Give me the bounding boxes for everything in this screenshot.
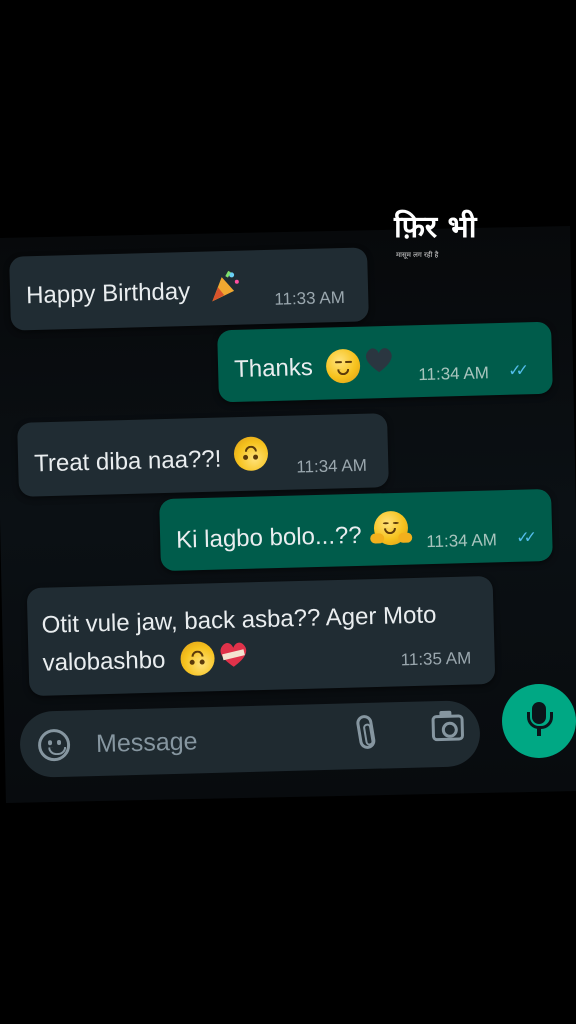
message-composer[interactable]: Message [19,699,481,779]
attach-icon[interactable] [355,713,377,751]
hugging-face-icon [370,510,413,546]
black-heart-icon [366,348,392,373]
message-bubble-incoming[interactable]: Treat diba naa??! 11:34 AM [17,413,389,497]
camera-icon[interactable] [431,714,465,742]
overlay-subtitle: मासूम लग रही है [396,251,439,259]
party-popper-icon [212,270,239,302]
read-receipt-icon: ✓✓ [508,362,524,380]
message-time: 11:33 AM [274,287,346,309]
message-text: Ki lagbo bolo...?? [175,521,362,554]
message-bubble-incoming[interactable]: Happy Birthday 11:33 AM [9,247,369,331]
message-time: 11:34 AM [426,530,498,552]
screen: फ़िर भी मासूम लग रही है Happy Birthday 1… [0,0,576,1024]
message-text: Happy Birthday [25,277,191,310]
mic-icon [527,702,553,729]
overlay-title: फ़िर भी [394,210,477,245]
upside-down-face-icon [233,436,269,472]
relieved-face-icon [325,348,361,384]
message-time: 11:35 AM [400,648,472,670]
message-text: Treat diba naa??! [33,445,222,478]
sticker-icon[interactable] [37,728,71,762]
message-bubble-outgoing[interactable]: Thanks 11:34 AM ✓✓ [217,321,553,403]
message-time: 11:34 AM [418,363,490,385]
message-text-line-2: valobashbo [42,646,166,677]
mending-heart-icon [220,642,247,667]
voice-record-button[interactable] [502,684,576,758]
message-input[interactable]: Message [96,727,198,759]
message-time: 11:34 AM [296,455,368,477]
read-receipt-icon: ✓✓ [516,529,532,547]
message-text-line-1: Otit vule jaw, back asba?? Ager Moto [41,601,437,639]
message-bubble-outgoing[interactable]: Ki lagbo bolo...?? 11:34 AM ✓✓ [159,488,553,572]
message-text: Thanks [233,353,314,383]
message-bubble-incoming[interactable]: Otit vule jaw, back asba?? Ager Moto val… [26,575,496,697]
upside-down-face-icon [180,641,216,677]
